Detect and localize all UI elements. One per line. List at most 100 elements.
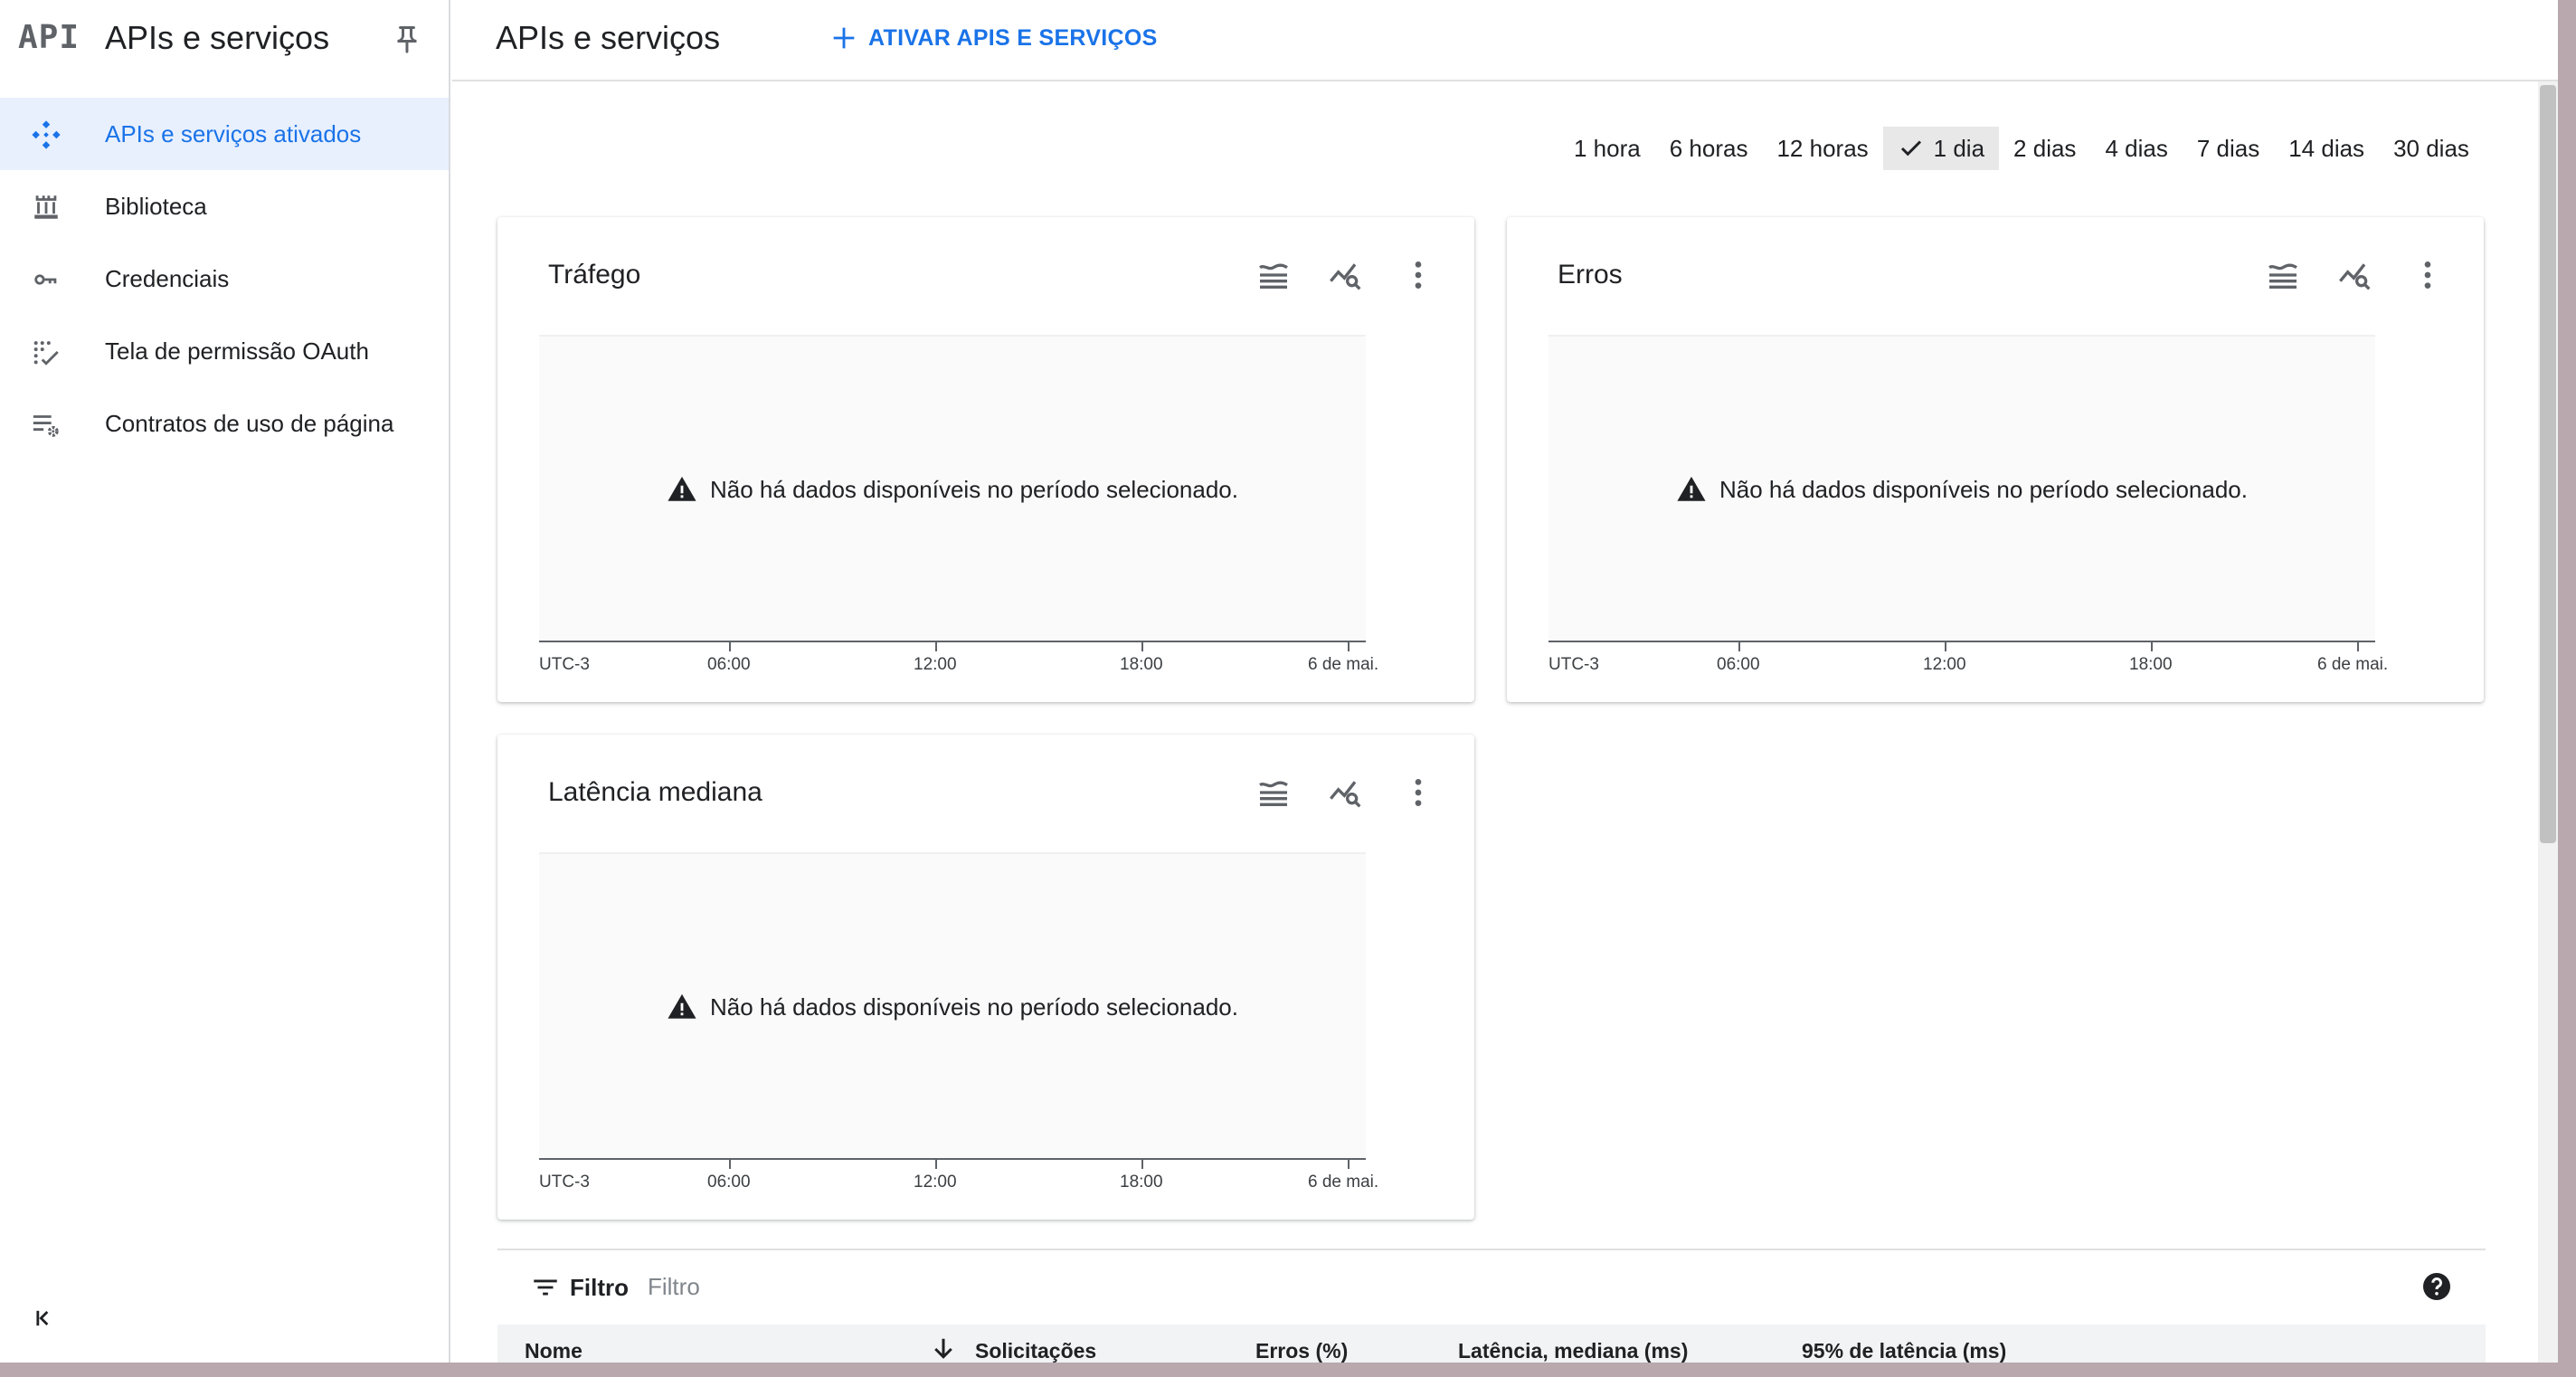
sidebar-header: API APIs e serviços xyxy=(0,0,449,76)
column-header-requests[interactable]: Solicitações xyxy=(975,1339,1096,1363)
oauth-consent-icon xyxy=(33,341,59,366)
sidebar-title: APIs e serviços xyxy=(105,19,330,56)
filter-icon[interactable] xyxy=(530,1272,561,1303)
explore-metrics-icon[interactable] xyxy=(1328,257,1364,293)
more-vert-icon[interactable] xyxy=(1400,774,1436,811)
check-icon xyxy=(1900,140,1921,157)
pin-icon[interactable] xyxy=(391,24,423,56)
card-title: Erros xyxy=(1558,260,1623,290)
x-axis-line xyxy=(539,641,1366,642)
time-range-2-days[interactable]: 2 dias xyxy=(1999,127,2090,170)
no-data-message: Não há dados disponíveis no período sele… xyxy=(1548,474,2375,505)
x-axis-tick-label: 06:00 xyxy=(1717,655,1760,674)
x-axis-tick-label: 18:00 xyxy=(1120,1173,1163,1192)
api-logo: API xyxy=(18,19,80,56)
sidebar: API APIs e serviços APIs e serviços ativ… xyxy=(0,0,450,1363)
sidebar-item-label: Contratos de uso de página xyxy=(105,409,394,437)
collapse-sidebar-icon[interactable] xyxy=(33,1305,58,1332)
errors-chart-card: Erros Não há dados disponíveis no períod… xyxy=(1507,217,2484,702)
sidebar-item-label: Credenciais xyxy=(105,264,230,292)
time-range-6-hours[interactable]: 6 horas xyxy=(1655,127,1763,170)
x-axis-line xyxy=(539,1158,1366,1160)
sidebar-item-label: Biblioteca xyxy=(105,192,207,220)
column-header-p95-latency[interactable]: 95% de latência (ms) xyxy=(1802,1339,2006,1363)
time-range-label: 14 dias xyxy=(2288,134,2365,162)
column-header-median-latency[interactable]: Latência, mediana (ms) xyxy=(1458,1339,1688,1363)
enable-apis-label: ATIVAR APIS E SERVIÇOS xyxy=(868,24,1158,51)
library-icon xyxy=(34,195,58,219)
x-axis-tick-label: 06:00 xyxy=(707,1173,751,1192)
x-axis-tick-label: 12:00 xyxy=(914,1173,957,1192)
time-range-1-hour[interactable]: 1 hora xyxy=(1559,127,1655,170)
x-axis-tick-label: 6 de mai. xyxy=(2317,655,2389,674)
help-icon[interactable] xyxy=(2420,1270,2453,1303)
sidebar-item-label: APIs e serviços ativados xyxy=(105,119,362,147)
x-axis-timezone-label: UTC-3 xyxy=(539,655,590,674)
explore-metrics-icon[interactable] xyxy=(2337,257,2373,293)
legend-icon[interactable] xyxy=(1255,257,1292,293)
filter-label: Filtro xyxy=(570,1274,629,1301)
chart-plot-area: Não há dados disponíveis no período sele… xyxy=(539,852,1366,1160)
column-header-name[interactable]: Nome xyxy=(525,1339,582,1363)
column-header-errors[interactable]: Erros (%) xyxy=(1255,1339,1348,1363)
x-axis-tick xyxy=(729,1158,731,1169)
x-axis-tick-label: 06:00 xyxy=(707,655,751,674)
top-bar: APIs e serviços ATIVAR APIS E SERVIÇOS xyxy=(452,0,2558,81)
x-axis-tick-label: 6 de mai. xyxy=(1308,655,1379,674)
warning-icon xyxy=(668,993,696,1019)
explore-metrics-icon[interactable] xyxy=(1328,774,1364,811)
sidebar-item-oauth-consent[interactable]: Tela de permissão OAuth xyxy=(0,315,449,387)
time-range-label: 1 dia xyxy=(1933,134,1985,162)
time-range-label: 4 dias xyxy=(2105,134,2168,162)
x-axis-line xyxy=(1548,641,2375,642)
chart-plot-area: Não há dados disponíveis no período sele… xyxy=(539,335,1366,642)
sidebar-item-enabled-apis[interactable]: APIs e serviços ativados xyxy=(0,98,449,170)
x-axis-tick xyxy=(1738,641,1740,651)
x-axis-tick-label: 12:00 xyxy=(1923,655,1966,674)
no-data-message: Não há dados disponíveis no período sele… xyxy=(539,992,1366,1022)
key-icon xyxy=(34,274,57,285)
legend-icon[interactable] xyxy=(1255,774,1292,811)
time-range-14-days[interactable]: 14 dias xyxy=(2274,127,2379,170)
x-axis-tick xyxy=(935,1158,937,1169)
more-vert-icon[interactable] xyxy=(1400,257,1436,293)
time-range-30-days[interactable]: 30 dias xyxy=(2379,127,2484,170)
sidebar-item-library[interactable]: Biblioteca xyxy=(0,170,449,242)
plus-icon xyxy=(833,27,855,49)
traffic-chart-card: Tráfego Não há dados disponíveis no perí… xyxy=(497,217,1474,702)
legend-icon[interactable] xyxy=(2265,257,2301,293)
time-range-4-days[interactable]: 4 dias xyxy=(2090,127,2182,170)
sort-descending-icon[interactable] xyxy=(930,1335,957,1363)
time-range-7-days[interactable]: 7 dias xyxy=(2183,127,2274,170)
sidebar-item-credentials[interactable]: Credenciais xyxy=(0,242,449,315)
time-range-1-day[interactable]: 1 dia xyxy=(1882,127,2000,170)
scrollbar-thumb[interactable] xyxy=(2540,85,2556,843)
time-range-label: 30 dias xyxy=(2393,134,2469,162)
enable-apis-button[interactable]: ATIVAR APIS E SERVIÇOS xyxy=(829,18,1158,58)
main-content: APIs e serviços ATIVAR APIS E SERVIÇOS 1… xyxy=(452,0,2558,1363)
chart-plot-area: Não há dados disponíveis no período sele… xyxy=(1548,335,2375,642)
latency-chart-card: Latência mediana Não há dados disponívei… xyxy=(497,735,1474,1220)
sidebar-item-page-usage[interactable]: Contratos de uso de página xyxy=(0,387,449,460)
apis-diamond-icon xyxy=(32,120,61,149)
no-data-text: Não há dados disponíveis no período sele… xyxy=(710,475,1238,503)
x-axis-tick xyxy=(1141,641,1143,651)
card-title: Latência mediana xyxy=(548,777,762,807)
page-title: APIs e serviços xyxy=(496,19,721,56)
time-range-12-hours[interactable]: 12 horas xyxy=(1762,127,1882,170)
sidebar-nav: APIs e serviços ativados Biblioteca Cred… xyxy=(0,98,449,460)
x-axis-tick xyxy=(1348,1158,1350,1169)
app-window: API APIs e serviços APIs e serviços ativ… xyxy=(0,0,2558,1363)
x-axis-tick xyxy=(1141,1158,1143,1169)
time-range-label: 1 hora xyxy=(1574,134,1641,162)
time-range-label: 7 dias xyxy=(2196,134,2260,162)
more-vert-icon[interactable] xyxy=(2410,257,2446,293)
filter-input[interactable] xyxy=(648,1268,1190,1305)
time-range-label: 6 horas xyxy=(1669,134,1748,162)
x-axis-tick xyxy=(935,641,937,651)
apis-table: Filtro Nome Solicitações Erros (%) Latên… xyxy=(497,1249,2486,1363)
x-axis-tick-label: 18:00 xyxy=(1120,655,1163,674)
x-axis-tick xyxy=(2357,641,2359,651)
x-axis-tick xyxy=(1348,641,1350,651)
x-axis-tick xyxy=(2151,641,2153,651)
